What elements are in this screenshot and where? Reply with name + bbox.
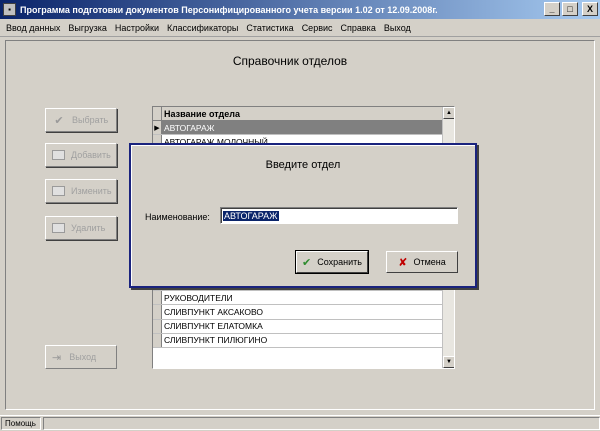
check-icon: ✔: [54, 114, 64, 127]
table-row[interactable]: РУКОВОДИТЕЛИ: [153, 291, 443, 306]
cross-icon: ✘: [398, 256, 408, 269]
select-button-label: Выбрать: [72, 115, 109, 125]
add-button-label: Добавить: [71, 150, 111, 160]
status-help-text: Помощь: [1, 417, 41, 430]
save-button-label: Сохранить: [317, 257, 362, 267]
add-record-icon: [52, 150, 65, 160]
menu-settings[interactable]: Настройки: [111, 23, 163, 33]
table-row[interactable]: СЛИВПУНКТ АКСАКОВО: [153, 305, 443, 320]
department-name-cell: РУКОВОДИТЕЛИ: [164, 292, 233, 303]
name-field-label: Наименование:: [145, 212, 210, 222]
department-name-cell: СЛИВПУНКТ АКСАКОВО: [164, 307, 263, 318]
department-name-cell: СЛИВПУНКТ ЕЛАТОМКА: [164, 321, 263, 332]
door-exit-icon: ⇥: [52, 351, 62, 364]
window-controls: _ □ X: [544, 2, 598, 16]
cancel-button[interactable]: ✘ Отмена: [386, 251, 458, 273]
row-indicator: [153, 291, 162, 305]
delete-button[interactable]: Удалить: [45, 216, 117, 240]
status-bar: Помощь: [0, 415, 600, 431]
menu-classifiers[interactable]: Классификаторы: [163, 23, 242, 33]
menu-export[interactable]: Выгрузка: [64, 23, 110, 33]
row-indicator: [153, 305, 162, 319]
menu-statistics[interactable]: Статистика: [242, 23, 297, 33]
window-title: Программа подготовки документов Персониф…: [20, 4, 438, 15]
exit-button[interactable]: ⇥ Выход: [45, 345, 117, 369]
menu-data-entry[interactable]: Ввод данных: [2, 23, 64, 33]
edit-record-icon: [52, 186, 65, 196]
scroll-down-arrow[interactable]: ▼: [443, 356, 454, 368]
enter-department-dialog: Введите отдел Наименование: АВТОГАРАЖ ✔ …: [129, 143, 477, 288]
minimize-button[interactable]: _: [544, 2, 560, 16]
dialog-title: Введите отдел: [265, 159, 341, 171]
table-row[interactable]: ▶ АВТОГАРАЖ: [153, 121, 443, 136]
close-button[interactable]: X: [582, 2, 598, 16]
menu-exit[interactable]: Выход: [380, 23, 415, 33]
name-input-value: АВТОГАРАЖ: [223, 210, 279, 221]
add-button[interactable]: Добавить: [45, 143, 117, 167]
row-indicator: [153, 333, 162, 347]
status-panel-empty: [43, 417, 600, 430]
form-title: Справочник отделов: [232, 54, 348, 68]
save-button[interactable]: ✔ Сохранить: [295, 250, 369, 274]
select-button[interactable]: ✔ Выбрать: [45, 108, 117, 132]
column-header-department-name[interactable]: Название отдела: [162, 109, 240, 119]
grid-header: Название отдела: [153, 107, 443, 121]
header-indicator-cell: [153, 107, 162, 121]
checkmark-icon: ✔: [302, 256, 312, 269]
delete-record-icon: [52, 223, 65, 233]
menu-service[interactable]: Сервис: [298, 23, 337, 33]
row-indicator: ▶: [153, 121, 162, 135]
title-bar: ▪ Программа подготовки документов Персон…: [0, 0, 600, 19]
menu-help[interactable]: Справка: [337, 23, 380, 33]
edit-button[interactable]: Изменить: [45, 179, 117, 203]
department-name-cell: СЛИВПУНКТ ПИЛЮГИНО: [164, 335, 268, 346]
cancel-button-label: Отмена: [413, 257, 446, 267]
edit-button-label: Изменить: [71, 186, 112, 196]
scroll-up-arrow[interactable]: ▲: [443, 107, 454, 119]
department-name-cell: АВТОГАРАЖ: [162, 121, 443, 135]
app-icon[interactable]: ▪: [3, 3, 16, 16]
row-indicator: [153, 319, 162, 333]
name-input[interactable]: АВТОГАРАЖ: [220, 207, 458, 224]
menu-bar: Ввод данных Выгрузка Настройки Классифик…: [0, 19, 600, 37]
delete-button-label: Удалить: [71, 223, 106, 233]
table-row[interactable]: СЛИВПУНКТ ПИЛЮГИНО: [153, 333, 443, 348]
table-row[interactable]: СЛИВПУНКТ ЕЛАТОМКА: [153, 319, 443, 334]
exit-button-label: Выход: [69, 352, 97, 362]
maximize-button[interactable]: □: [562, 2, 578, 16]
